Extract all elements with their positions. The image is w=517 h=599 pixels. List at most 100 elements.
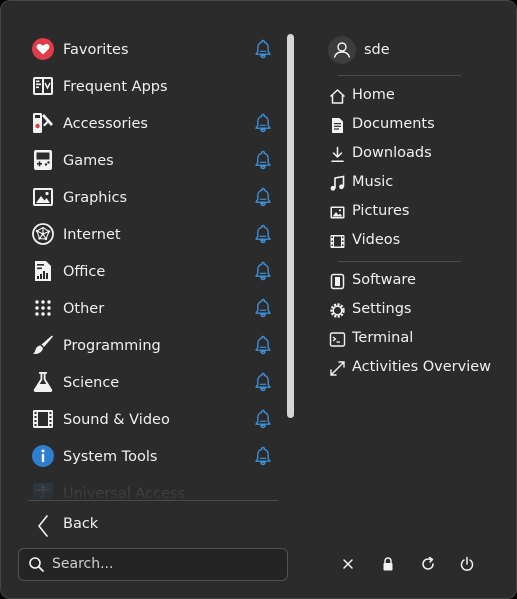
category-label: Accessories — [63, 115, 148, 132]
category-office[interactable]: Office — [19, 253, 281, 290]
category-favorites[interactable]: Favorites — [19, 31, 281, 68]
user-avatar-icon — [333, 42, 351, 58]
pin-icon[interactable] — [254, 446, 272, 466]
avatar — [328, 36, 356, 64]
category-internet[interactable]: Internet — [19, 216, 281, 253]
restart-icon — [422, 556, 434, 570]
category-science[interactable]: Science — [19, 364, 281, 401]
place-label: Home — [352, 87, 395, 103]
system-settings[interactable]: Settings — [326, 297, 496, 324]
search-box[interactable] — [18, 548, 288, 581]
lock-button[interactable] — [376, 552, 400, 576]
music-note-icon — [330, 175, 345, 191]
globe-icon — [32, 223, 54, 245]
picture-icon — [330, 206, 345, 219]
lock-icon — [383, 557, 393, 571]
place-documents[interactable]: Documents — [326, 112, 496, 139]
pin-icon[interactable] — [254, 335, 272, 355]
category-label: Other — [63, 300, 105, 317]
pin-icon[interactable] — [254, 187, 272, 207]
category-label: Science — [63, 374, 120, 391]
power-icon — [460, 556, 474, 571]
category-sound-video[interactable]: Sound & Video — [19, 401, 281, 438]
pin-icon[interactable] — [254, 372, 272, 392]
place-pictures[interactable]: Pictures — [326, 199, 496, 226]
system-label: Settings — [352, 301, 412, 317]
place-music[interactable]: Music — [326, 170, 496, 197]
category-universal-access[interactable]: Universal Access — [19, 475, 281, 499]
download-icon — [331, 146, 344, 162]
system-label: Activities Overview — [352, 359, 492, 375]
category-programming[interactable]: Programming — [19, 327, 281, 364]
pin-icon[interactable] — [254, 409, 272, 429]
category-label: Internet — [63, 226, 121, 243]
category-label: Games — [63, 152, 114, 169]
restart-button[interactable] — [416, 552, 440, 576]
film-strip-icon — [33, 410, 53, 428]
place-label: Music — [352, 174, 394, 190]
power-off-button[interactable] — [455, 552, 479, 576]
category-system-tools[interactable]: System Tools — [19, 438, 281, 475]
pin-icon[interactable] — [254, 113, 272, 133]
brush-icon — [33, 335, 53, 355]
document-icon — [332, 118, 343, 133]
accessibility-icon — [33, 483, 53, 499]
category-other[interactable]: Other — [19, 290, 281, 327]
place-home[interactable]: Home — [326, 83, 496, 110]
frequent-apps-icon — [33, 77, 53, 95]
pin-icon[interactable] — [254, 298, 272, 318]
system-software[interactable]: Software — [326, 268, 496, 295]
system-terminal[interactable]: Terminal — [326, 326, 496, 353]
place-label: Downloads — [352, 145, 432, 161]
system-label: Software — [352, 272, 416, 288]
pin-icon[interactable] — [254, 224, 272, 244]
scrollbar[interactable] — [287, 34, 294, 418]
pin-icon[interactable] — [254, 261, 272, 281]
category-list: Favorites Frequent Apps Accessories Game… — [19, 31, 281, 499]
category-frequent-apps[interactable]: Frequent Apps — [19, 68, 281, 105]
back-label: Back — [63, 516, 99, 532]
place-downloads[interactable]: Downloads — [326, 141, 496, 168]
category-label: Graphics — [63, 189, 128, 206]
flask-icon — [33, 372, 53, 392]
search-icon — [29, 557, 44, 572]
image-icon — [33, 188, 53, 206]
category-label: Sound & Video — [63, 411, 170, 428]
category-label: Programming — [63, 337, 161, 354]
place-label: Documents — [352, 116, 435, 132]
video-icon — [330, 235, 345, 248]
software-icon — [330, 273, 345, 290]
category-games[interactable]: Games — [19, 142, 281, 179]
expand-icon — [330, 361, 345, 376]
category-label: Frequent Apps — [63, 78, 168, 95]
category-label: Favorites — [63, 41, 129, 58]
place-label: Pictures — [352, 203, 410, 219]
pin-icon[interactable] — [254, 150, 272, 170]
system-activities-overview[interactable]: Activities Overview — [326, 355, 496, 382]
home-icon — [329, 89, 346, 104]
divider — [338, 75, 461, 76]
category-accessories[interactable]: Accessories — [19, 105, 281, 142]
search-input[interactable] — [52, 553, 277, 575]
user-button[interactable]: sde — [328, 36, 468, 66]
system-label: Terminal — [352, 330, 414, 346]
terminal-icon — [329, 332, 346, 347]
place-label: Videos — [352, 232, 401, 248]
gear-icon — [330, 303, 345, 318]
close-button[interactable] — [336, 552, 360, 576]
grid-dots-icon — [35, 300, 51, 316]
office-document-icon — [35, 261, 51, 281]
back-button[interactable]: Back — [31, 509, 151, 541]
category-graphics[interactable]: Graphics — [19, 179, 281, 216]
application-menu: Favorites Frequent Apps Accessories Game… — [0, 0, 517, 599]
info-icon — [32, 445, 54, 467]
divider — [28, 500, 278, 501]
gamepad-icon — [34, 150, 52, 170]
close-icon — [343, 559, 353, 569]
accessories-icon — [33, 113, 53, 133]
place-videos[interactable]: Videos — [326, 228, 496, 255]
user-name: sde — [364, 42, 390, 58]
chevron-left-icon — [38, 515, 48, 537]
heart-icon — [32, 38, 54, 60]
pin-icon[interactable] — [254, 39, 272, 59]
